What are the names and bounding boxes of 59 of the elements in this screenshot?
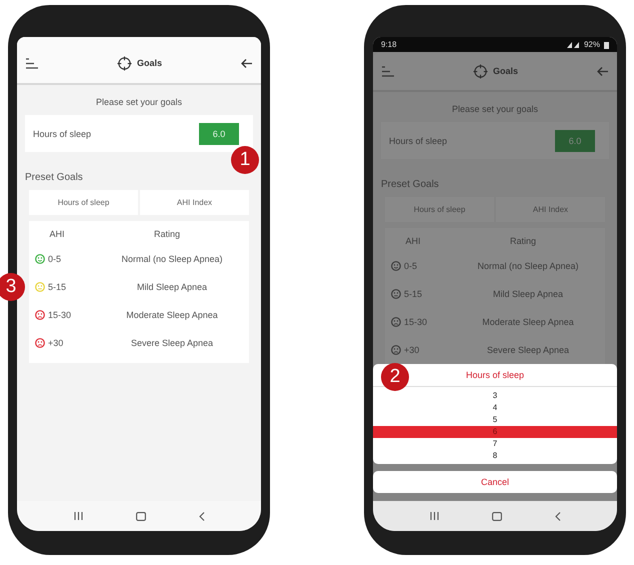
crosshair-icon	[116, 56, 132, 70]
table-cell: 15-30	[404, 317, 428, 327]
face-icon	[391, 289, 401, 299]
table-cell: +30	[404, 345, 420, 355]
screen-title: Goals	[136, 58, 162, 68]
face-icon	[391, 345, 401, 355]
prompt-text: Please set your goals	[94, 97, 184, 107]
callout-badge: 1	[231, 146, 259, 174]
home-icon[interactable]	[492, 512, 502, 520]
face-icon	[391, 317, 401, 327]
preset-tab[interactable]: AHI Index	[140, 190, 249, 215]
goal-label: Hours of sleep	[389, 136, 448, 146]
goal-label: Hours of sleep	[33, 128, 92, 138]
column-header: AHI	[48, 229, 66, 239]
column-header: Rating	[508, 236, 537, 246]
table-cell-text: Severe Sleep Apnea	[486, 345, 570, 355]
picker-title: Hours of sleep	[466, 370, 524, 380]
table-cell: 0-5	[404, 261, 418, 271]
picker-option[interactable]: 7	[373, 438, 617, 450]
preset-tab[interactable]: Hours of sleep	[29, 190, 138, 215]
table-cell: +30	[48, 338, 64, 348]
picker-option[interactable]: 5	[373, 414, 617, 426]
back-icon[interactable]	[198, 512, 204, 520]
face-icon	[391, 261, 401, 271]
back-icon[interactable]	[554, 512, 560, 520]
table-cell: 5-15	[404, 289, 422, 299]
column-header: Rating	[152, 229, 181, 239]
table-cell: 0-5	[48, 254, 62, 264]
picker-option[interactable]: 4	[373, 402, 617, 414]
signal-icon	[566, 41, 580, 48]
table-cell-text: Normal (no Sleep Apnea)	[476, 261, 580, 271]
table-cell: 5-15	[48, 282, 66, 292]
status-time: 9:18	[381, 40, 397, 49]
home-icon[interactable]	[136, 512, 146, 520]
table-cell-text: Mild Sleep Apnea	[136, 282, 208, 292]
table-cell: 15-30	[48, 310, 72, 320]
crosshair-icon	[472, 64, 488, 78]
cancel-button[interactable]: Cancel	[373, 471, 617, 493]
prompt-text: Please set your goals	[450, 104, 540, 114]
recent-apps-icon[interactable]	[74, 512, 82, 520]
table-cell-text: Moderate Sleep Apnea	[481, 317, 575, 327]
section-heading: Preset Goals	[25, 172, 84, 183]
battery-icon	[604, 40, 609, 48]
battery-level: 92%	[584, 40, 600, 49]
section-heading: Preset Goals	[381, 179, 440, 190]
table-cell-text: Moderate Sleep Apnea	[125, 310, 219, 320]
goal-value-button[interactable]: 6.0	[199, 122, 239, 144]
menu-icon[interactable]	[25, 58, 39, 68]
table-cell-text: Severe Sleep Apnea	[130, 338, 214, 348]
table-cell-text: Normal (no Sleep Apnea)	[120, 254, 224, 264]
back-arrow-icon[interactable]	[240, 58, 253, 68]
table-cell-text: Mild Sleep Apnea	[492, 289, 564, 299]
picker-option[interactable]: 3	[373, 390, 617, 402]
column-header: AHI	[404, 236, 422, 246]
callout-badge: 3	[0, 273, 25, 301]
screen-title: Goals	[492, 66, 518, 76]
picker-option[interactable]: 8	[373, 450, 617, 462]
callout-badge: 2	[381, 363, 409, 391]
recent-apps-icon[interactable]	[430, 512, 438, 520]
